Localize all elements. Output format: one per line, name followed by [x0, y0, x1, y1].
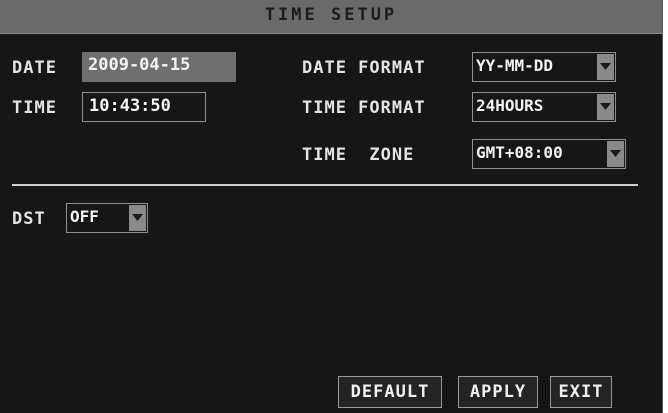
time-field[interactable]: 10:43:50 [82, 92, 206, 122]
date-field[interactable]: 2009-04-15 [82, 52, 236, 82]
time-zone-select[interactable]: GMT+08:00 [472, 139, 626, 169]
chevron-down-icon[interactable] [129, 205, 146, 231]
time-label: TIME [12, 98, 57, 118]
chevron-down-icon[interactable] [597, 94, 614, 120]
date-format-label: DATE FORMAT [302, 58, 426, 78]
date-format-select[interactable]: YY-MM-DD [472, 52, 616, 82]
dst-select[interactable]: OFF [66, 203, 148, 233]
date-label: DATE [12, 58, 57, 78]
title-bar: TIME SETUP [0, 0, 662, 34]
apply-button[interactable]: APPLY [458, 376, 538, 408]
dst-label: DST [12, 209, 46, 229]
default-button[interactable]: DEFAULT [338, 376, 442, 408]
time-zone-value: GMT+08:00 [476, 143, 563, 162]
date-format-value: YY-MM-DD [476, 56, 554, 75]
time-format-select[interactable]: 24HOURS [472, 92, 616, 122]
time-format-value: 24HOURS [476, 96, 544, 115]
section-divider [12, 184, 638, 186]
dialog-title: TIME SETUP [264, 5, 398, 25]
exit-button[interactable]: EXIT [550, 376, 612, 408]
time-setup-dialog: TIME SETUP DATE 2009-04-15 TIME 10:43:50… [0, 0, 663, 413]
time-format-label: TIME FORMAT [302, 98, 426, 118]
time-zone-label: TIME ZONE [302, 145, 415, 165]
chevron-down-icon[interactable] [607, 141, 624, 167]
dst-value: OFF [70, 207, 99, 226]
chevron-down-icon[interactable] [597, 54, 614, 80]
